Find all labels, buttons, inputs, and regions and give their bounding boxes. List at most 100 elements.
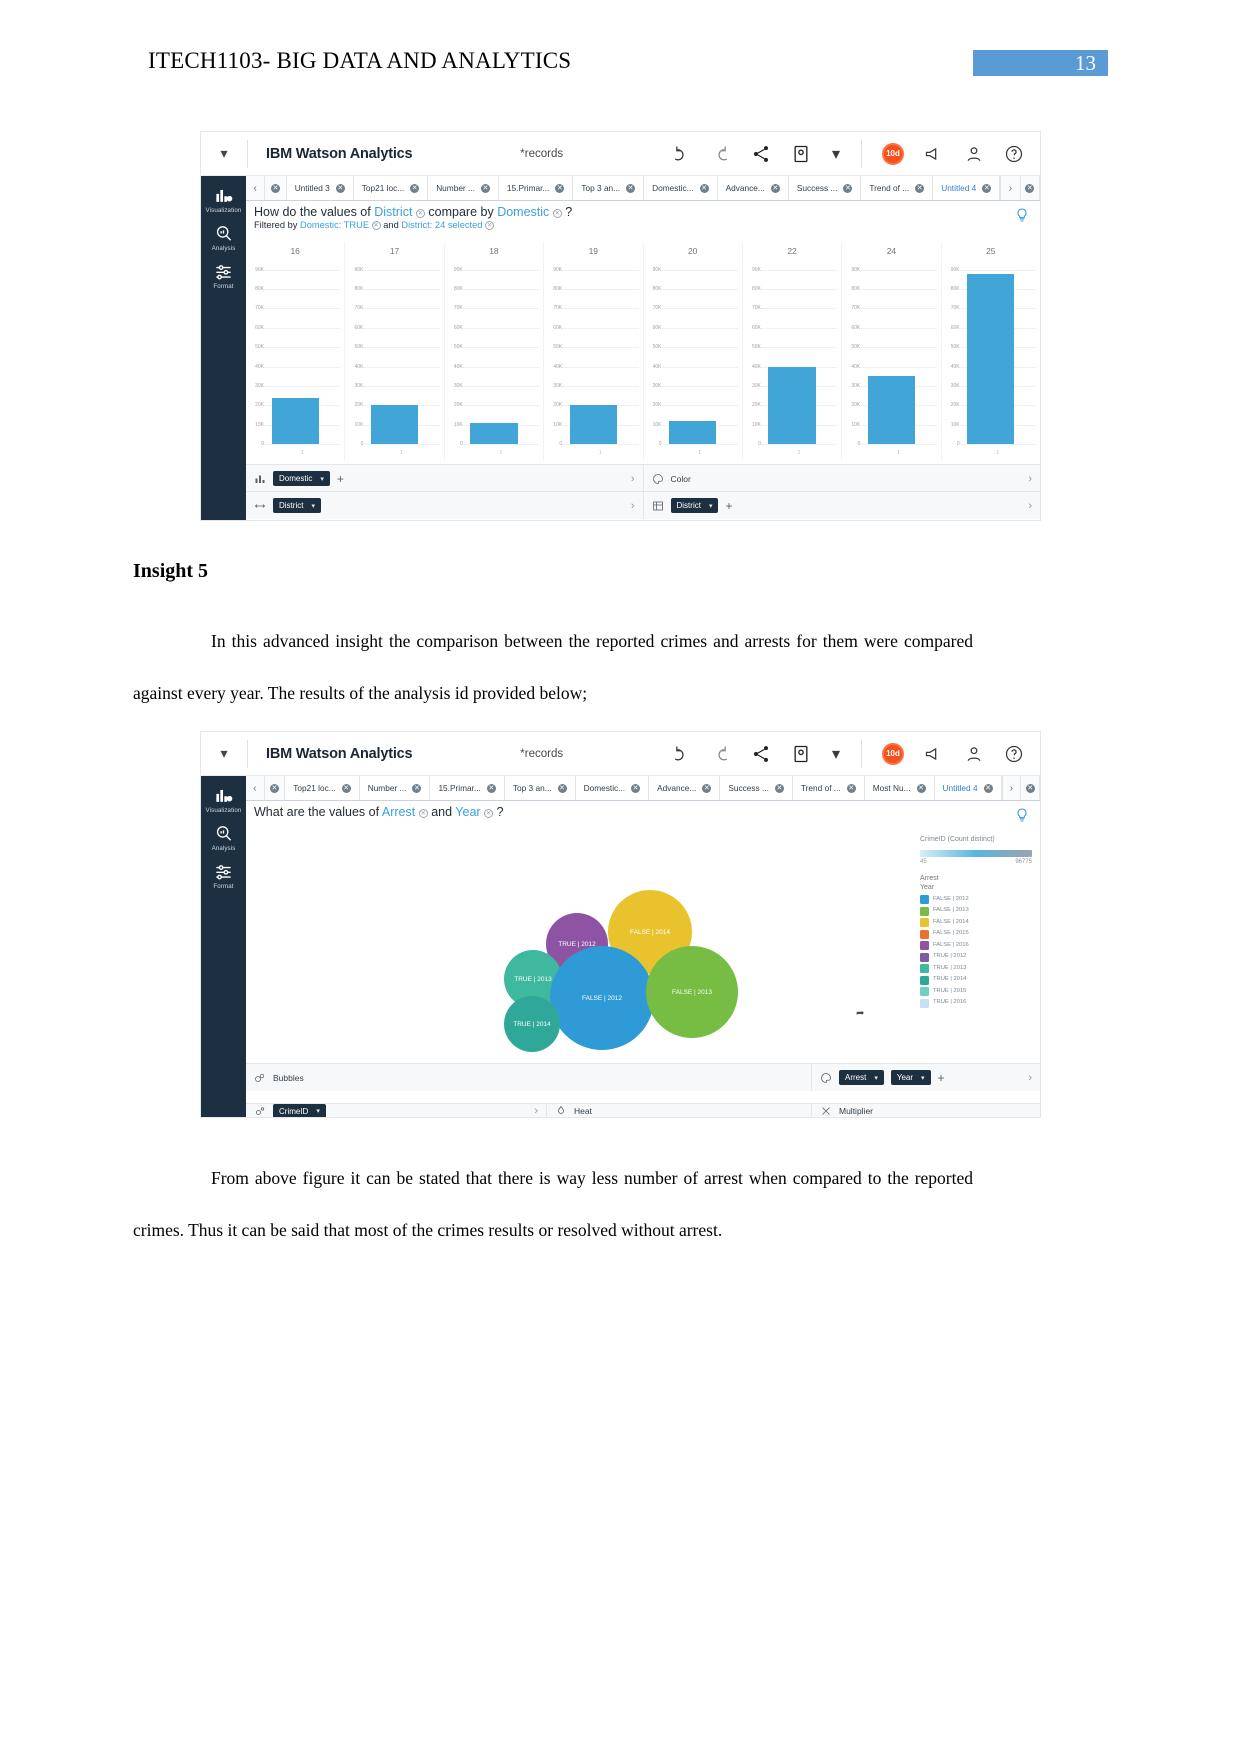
remove-filter-icon[interactable]: ✕ <box>485 221 495 230</box>
legend-item[interactable]: TRUE | 2015 <box>920 987 1032 996</box>
tab-2[interactable]: 15.Primar... ✕ <box>430 776 505 800</box>
user-icon[interactable] <box>964 744 984 764</box>
chevron-down-icon[interactable]: ▾ <box>201 745 247 762</box>
tab-scroll-left[interactable]: ‹ <box>246 176 266 200</box>
tab-1[interactable]: Number ... ✕ <box>359 776 431 800</box>
add-field-button[interactable]: + <box>725 499 732 513</box>
legend-item[interactable]: TRUE | 2014 <box>920 975 1032 985</box>
legend-item[interactable]: TRUE | 2016 <box>920 998 1032 1008</box>
tab-close-icon[interactable]: ✕ <box>846 783 856 793</box>
shelf-heat[interactable]: Heat <box>546 1104 811 1117</box>
lightbulb-icon[interactable] <box>1014 807 1030 827</box>
tab-scroll-right[interactable]: › <box>1003 776 1022 800</box>
tab-add[interactable]: ✕ <box>1021 176 1040 200</box>
display-icon[interactable] <box>791 144 811 164</box>
tab-close-icon[interactable]: ✕ <box>915 183 925 193</box>
tab-4[interactable]: Domestic... ✕ <box>575 776 650 800</box>
shelf-expand-icon[interactable]: › <box>1028 1072 1032 1084</box>
tab-0[interactable]: Top21 loc... ✕ <box>285 776 360 800</box>
shelf-color[interactable]: Arrest ▾ Year ▾ + › <box>811 1064 1040 1091</box>
add-field-button[interactable]: + <box>938 1071 945 1085</box>
tab-3[interactable]: 15.Primar... ✕ <box>498 176 574 200</box>
trial-badge[interactable]: 10d <box>882 142 904 165</box>
tab-close-icon[interactable]: ✕ <box>412 783 422 793</box>
rail-item-analysis[interactable]: Analysis <box>201 814 246 852</box>
shelf-color[interactable]: Color › <box>642 465 1041 492</box>
shelf-bars[interactable]: Domestic ▾ + › <box>246 465 643 492</box>
tab-0[interactable]: Untitled 3 ✕ <box>286 176 354 200</box>
tab-close-icon[interactable]: ✕ <box>699 183 709 193</box>
tab-close-icon[interactable]: ✕ <box>916 783 926 793</box>
tab-close-icon[interactable]: ✕ <box>770 183 780 193</box>
shelf-pill-district-2[interactable]: District ▾ <box>670 498 719 513</box>
tab-close-icon[interactable]: ✕ <box>480 183 490 193</box>
tab-close-icon[interactable]: ✕ <box>631 783 641 793</box>
help-icon[interactable] <box>1004 144 1024 164</box>
shelf-pill-district[interactable]: District ▾ <box>273 498 321 513</box>
tab-4[interactable]: Top 3 an... ✕ <box>573 176 645 200</box>
bubble-false-2013[interactable]: FALSE | 2013 <box>646 946 738 1038</box>
legend-item[interactable]: FALSE | 2012 <box>920 895 1032 904</box>
legend-item[interactable]: FALSE | 2016 <box>920 941 1032 950</box>
tab-close-icon[interactable]: ✕ <box>555 183 565 193</box>
tab-add[interactable]: ✕ <box>1021 776 1040 800</box>
shelf-expand-icon[interactable]: › <box>631 473 635 485</box>
remove-filter-icon[interactable]: ✕ <box>371 221 381 230</box>
shelf-pill-domestic[interactable]: Domestic ▾ <box>273 471 330 486</box>
tab-close-icon[interactable]: ✕ <box>557 783 567 793</box>
tab-7[interactable]: Trend of ... ✕ <box>792 776 865 800</box>
megaphone-icon[interactable] <box>924 744 944 764</box>
tab-close-first[interactable]: ✕ <box>265 776 286 800</box>
shelf-multiplier[interactable]: Multiplier <box>811 1104 1040 1117</box>
help-icon[interactable] <box>1004 744 1024 764</box>
shelf-expand-icon[interactable]: › <box>534 1105 538 1117</box>
bar[interactable] <box>669 420 717 444</box>
remove-field-icon[interactable]: ✕ <box>484 809 494 818</box>
filter-district[interactable]: District: 24 selected <box>401 220 482 230</box>
filter-domestic[interactable]: Domestic: TRUE <box>300 220 369 230</box>
shelf-pill-year[interactable]: Year ▾ <box>890 1070 931 1085</box>
rail-item-visualization[interactable]: Visualization <box>201 176 246 214</box>
bar[interactable] <box>768 366 816 444</box>
lightbulb-icon[interactable] <box>1014 207 1030 227</box>
question-field-arrest[interactable]: Arrest <box>382 805 415 819</box>
legend-item[interactable]: TRUE | 2012 <box>920 952 1032 962</box>
tab-close-icon[interactable]: ✕ <box>410 183 420 193</box>
redo-icon[interactable] <box>711 744 731 764</box>
tab-close-icon[interactable]: ✕ <box>983 783 993 793</box>
shelf-panels[interactable]: District ▾ + › <box>642 492 1041 519</box>
tab-close-icon[interactable]: ✕ <box>774 783 784 793</box>
undo-icon[interactable] <box>671 744 691 764</box>
remove-field-icon[interactable]: ✕ <box>415 209 425 218</box>
tab-close-icon[interactable]: ✕ <box>341 783 351 793</box>
tab-close-icon[interactable]: ✕ <box>335 183 345 193</box>
tab-3[interactable]: Top 3 an... ✕ <box>504 776 576 800</box>
bar[interactable] <box>967 273 1015 444</box>
trial-badge[interactable]: 10d <box>882 742 904 765</box>
question-field-district[interactable]: District <box>374 205 412 219</box>
remove-field-icon[interactable]: ✕ <box>552 209 562 218</box>
bar[interactable] <box>470 422 518 444</box>
tab-close-icon[interactable]: ✕ <box>486 783 496 793</box>
tab-close-icon[interactable]: ✕ <box>702 783 712 793</box>
tab-scroll-left[interactable]: ‹ <box>246 776 265 800</box>
tab-6[interactable]: Advance... ✕ <box>717 176 789 200</box>
shelf-xaxis[interactable]: District ▾ › <box>246 492 643 519</box>
shelf-size[interactable]: CrimeID ▾ › <box>246 1104 546 1117</box>
tab-2[interactable]: Number ... ✕ <box>428 176 499 200</box>
display-icon[interactable] <box>791 744 811 764</box>
tab-6[interactable]: Success ... ✕ <box>720 776 793 800</box>
chevron-down-icon[interactable]: ▾ <box>201 145 247 162</box>
add-field-button[interactable]: + <box>337 472 344 486</box>
tab-close-icon[interactable]: ✕ <box>982 183 992 193</box>
shelf-pill-arrest[interactable]: Arrest ▾ <box>839 1070 884 1085</box>
undo-icon[interactable] <box>671 144 691 164</box>
rail-item-visualization[interactable]: Visualization <box>201 776 246 814</box>
tab-8[interactable]: Most Nu... ✕ <box>864 776 935 800</box>
shelf-expand-icon[interactable]: › <box>631 500 635 512</box>
shelf-expand-icon[interactable]: › <box>1028 473 1032 485</box>
megaphone-icon[interactable] <box>924 144 944 164</box>
legend-item[interactable]: FALSE | 2015 <box>920 929 1032 939</box>
legend-item[interactable]: TRUE | 2013 <box>920 964 1032 973</box>
tab-7[interactable]: Success ... ✕ <box>788 176 862 200</box>
